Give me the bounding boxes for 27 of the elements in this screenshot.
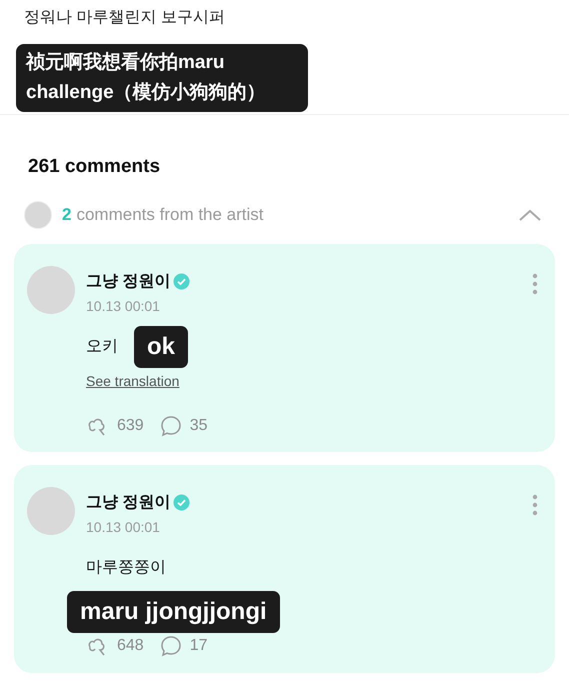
caption-overlay: 祯元啊我想看你拍maru challenge（模仿小狗狗的） bbox=[16, 44, 308, 112]
comments-count: 261 comments bbox=[27, 155, 162, 179]
artist-comments-label: comments from the artist bbox=[76, 204, 264, 226]
avatar bbox=[27, 266, 75, 314]
timestamp: 10.13 00:01 bbox=[86, 518, 161, 536]
reply-count: 17 bbox=[190, 636, 208, 656]
see-translation-link[interactable]: See translation bbox=[86, 370, 180, 392]
caption-overlay: maru jjongjjongi bbox=[67, 590, 280, 632]
author-name: 그냥 정원이 bbox=[86, 492, 170, 512]
more-options-icon[interactable] bbox=[531, 272, 539, 296]
post-text: 정워나 마루챌린지 보구시퍼 bbox=[24, 8, 226, 28]
caption-overlay: ok bbox=[134, 326, 188, 368]
reply-count: 35 bbox=[190, 416, 208, 436]
more-options-icon[interactable] bbox=[531, 492, 539, 516]
like-count: 648 bbox=[117, 636, 144, 656]
avatar bbox=[27, 486, 75, 534]
verified-badge-icon bbox=[173, 494, 190, 511]
verified-badge-icon bbox=[173, 273, 190, 290]
comment-bubble-icon[interactable] bbox=[160, 634, 182, 656]
comment-text: 오키 bbox=[86, 336, 118, 356]
author-name: 그냥 정원이 bbox=[86, 272, 170, 292]
comment-text: 마루쫑쫑이 bbox=[86, 558, 166, 578]
avatar bbox=[24, 200, 52, 228]
artist-comment-count: 2 bbox=[62, 204, 72, 226]
comment-bubble-icon[interactable] bbox=[160, 414, 182, 436]
timestamp: 10.13 00:01 bbox=[86, 296, 161, 316]
like-count: 639 bbox=[117, 416, 144, 436]
